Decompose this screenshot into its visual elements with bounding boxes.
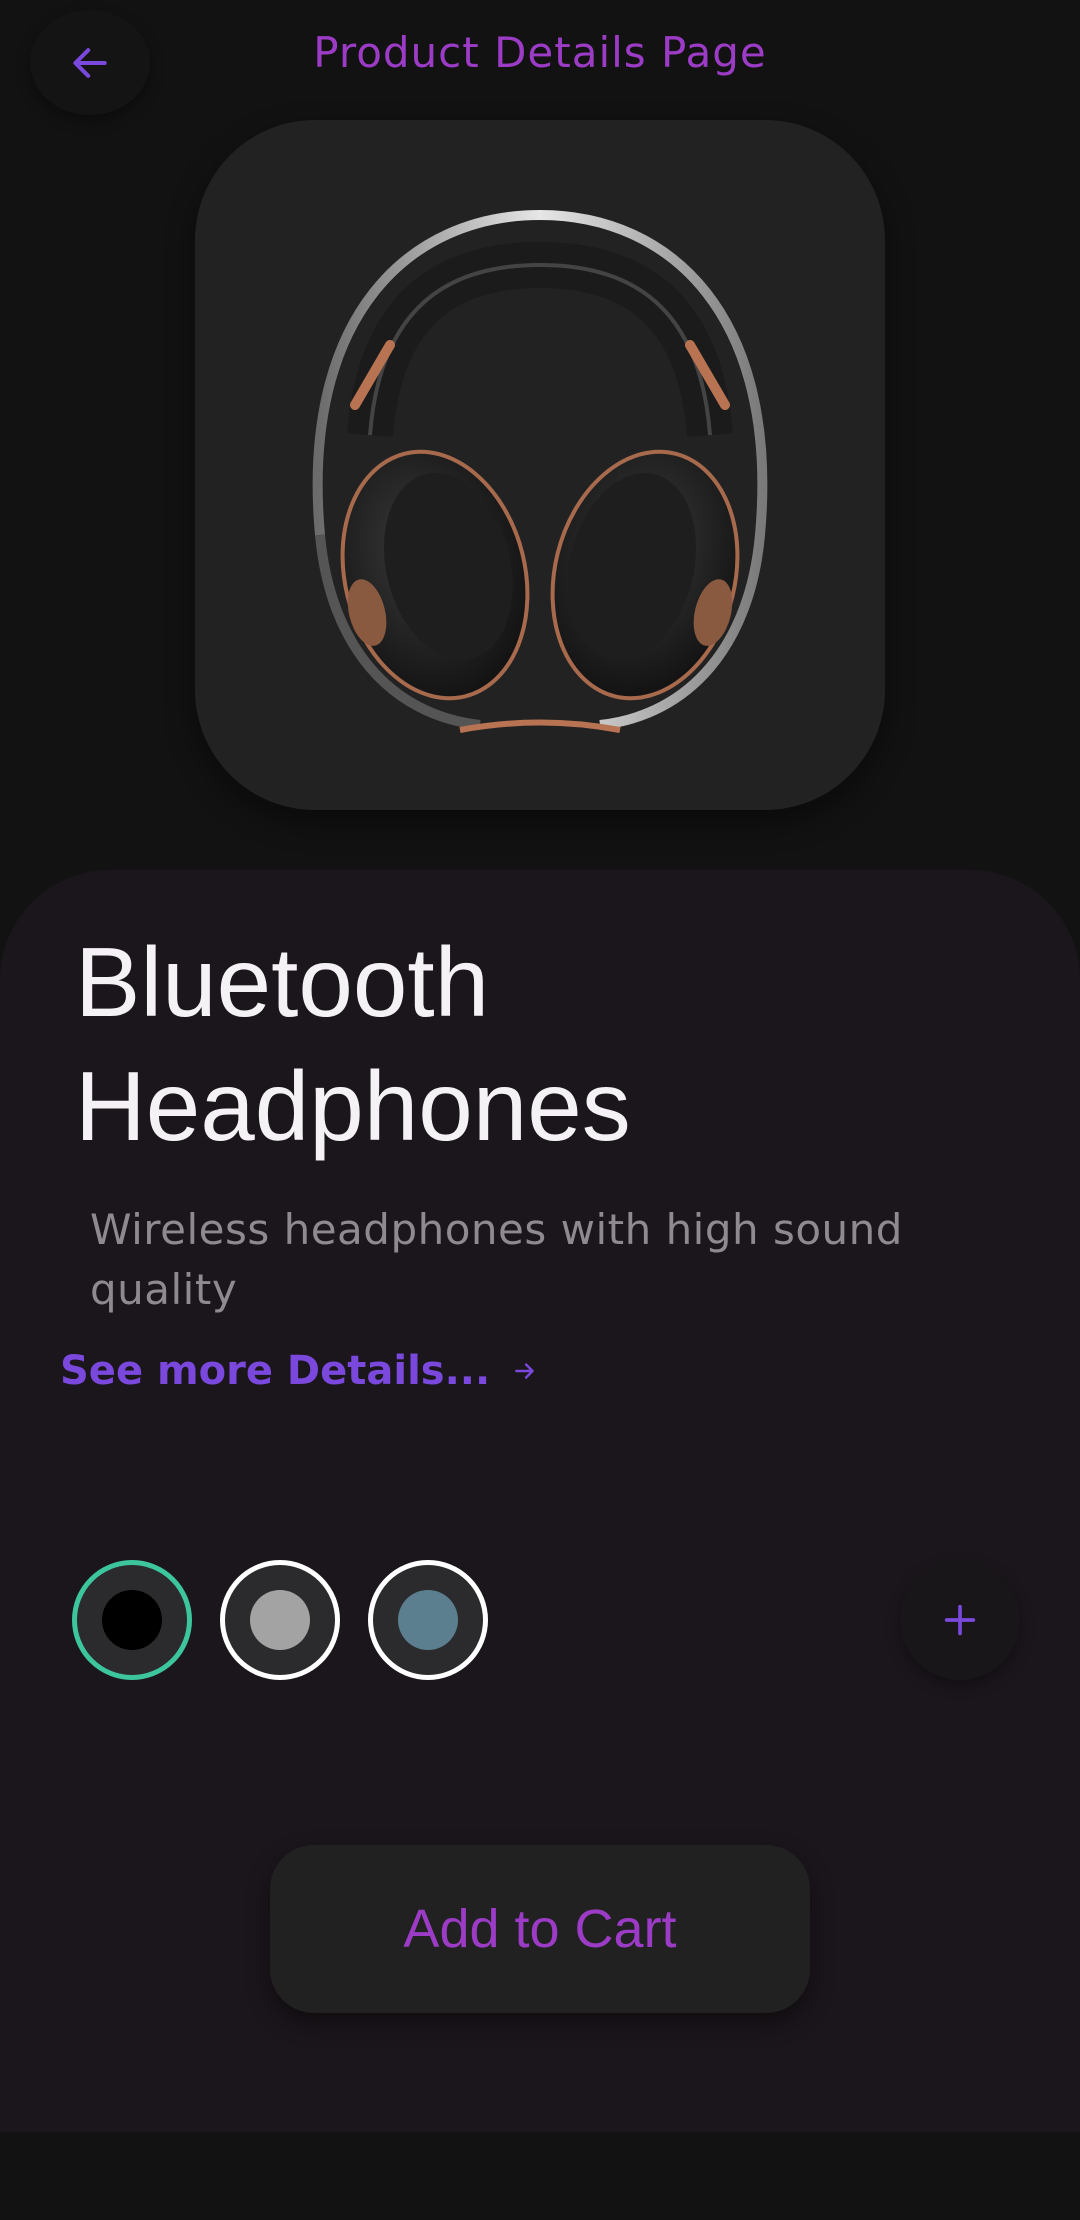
product-image-card [195,120,885,810]
see-more-details-link[interactable]: See more Details... [60,1348,538,1394]
add-quantity-button[interactable] [900,1560,1020,1680]
product-details-screen: Product Details Page Bluetooth Headphone… [0,0,1080,2220]
details-link-label: See more Details... [60,1348,491,1394]
product-description: Wireless headphones with high sound qual… [90,1205,903,1314]
headphones-image [312,209,768,733]
add-to-cart-button[interactable]: Add to Cart [270,1845,810,2013]
arrow-right-icon [515,1363,534,1379]
product-name-line2: Headphones [75,1051,631,1161]
plus-icon [944,1604,976,1636]
color-swatch-black[interactable] [72,1560,192,1680]
color-swatch-slate-blue[interactable] [368,1560,488,1680]
color-dot [250,1590,310,1650]
product-details-sheet: Bluetooth Headphones Wireless headphones… [0,870,1080,2132]
product-name: Bluetooth Headphones [75,920,975,1168]
color-options [72,1560,488,1680]
product-name-line1: Bluetooth [75,927,490,1037]
color-dot [398,1590,458,1650]
color-swatch-gray[interactable] [220,1560,340,1680]
page-title: Product Details Page [313,28,767,77]
color-dot [102,1590,162,1650]
